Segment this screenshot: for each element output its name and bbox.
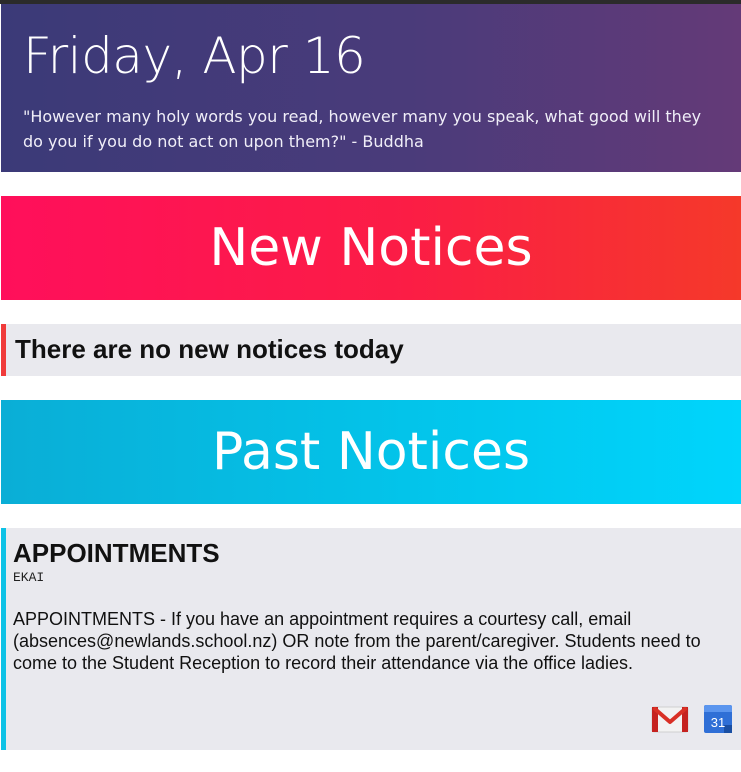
notice-body: APPOINTMENTS - If you have an appointmen… bbox=[13, 609, 701, 673]
calendar-icon[interactable]: 31 bbox=[703, 704, 733, 734]
no-new-notices-message: There are no new notices today bbox=[1, 324, 741, 376]
date-title: Friday, Apr 16 bbox=[23, 27, 366, 85]
past-notices-banner: Past Notices bbox=[1, 400, 741, 504]
notice-card: APPOINTMENTS EKAI APPOINTMENTS - If you … bbox=[1, 528, 741, 750]
calendar-day-label: 31 bbox=[711, 715, 725, 730]
new-notices-banner: New Notices bbox=[1, 196, 741, 300]
gmail-icon[interactable] bbox=[651, 705, 689, 733]
date-header: Friday, Apr 16 "However many holy words … bbox=[1, 4, 741, 172]
notice-author: EKAI bbox=[13, 570, 45, 585]
daily-quote: "However many holy words you read, howev… bbox=[23, 107, 702, 151]
notice-title: APPOINTMENTS bbox=[13, 538, 220, 568]
notice-actions: 31 bbox=[651, 704, 733, 734]
